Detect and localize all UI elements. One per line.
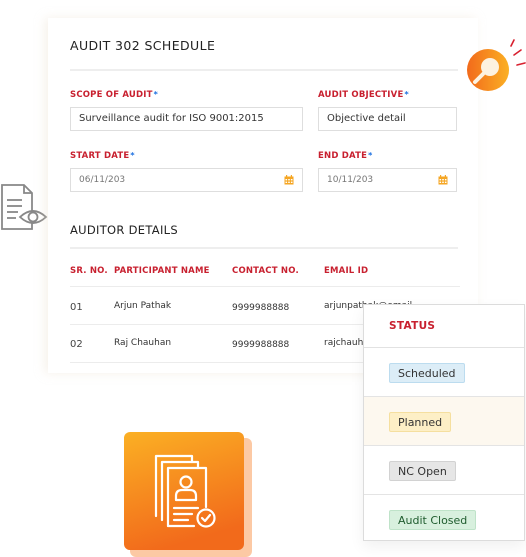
calendar-icon[interactable] xyxy=(284,175,294,185)
search-icon xyxy=(467,39,526,91)
status-panel: STATUS Scheduled Planned NC Open Audit C… xyxy=(363,304,525,541)
status-badge-nc-open: NC Open xyxy=(389,461,456,481)
end-date-input[interactable]: 10/11/203 xyxy=(318,168,457,192)
status-row-audit-closed: Audit Closed xyxy=(364,495,524,544)
end-date-label-text: END DATE xyxy=(318,151,368,161)
required-marker: * xyxy=(130,151,135,160)
participant-name-cell: Arjun Pathak xyxy=(114,301,172,311)
audit-objective-label-text: AUDIT OBJECTIVE xyxy=(318,90,404,100)
column-header-sr-no: SR. NO. xyxy=(70,266,108,276)
status-row-nc-open: NC Open xyxy=(364,446,524,495)
status-badge-scheduled: Scheduled xyxy=(389,363,465,383)
start-date-label-text: START DATE xyxy=(70,151,130,161)
sr-no-cell: 01 xyxy=(70,302,83,313)
required-marker: * xyxy=(404,90,409,99)
status-row-planned: Planned xyxy=(364,397,524,446)
start-date-label: START DATE* xyxy=(70,151,135,161)
scope-of-audit-input[interactable]: Surveillance audit for ISO 9001:2015 xyxy=(70,107,303,131)
required-marker: * xyxy=(368,151,373,160)
column-header-contact-no: CONTACT NO. xyxy=(232,266,299,276)
auditor-details-title: AUDITOR DETAILS xyxy=(70,223,178,237)
page-title: AUDIT 302 SCHEDULE xyxy=(70,38,216,53)
audit-objective-label: AUDIT OBJECTIVE* xyxy=(318,90,409,100)
end-date-value: 10/11/203 xyxy=(327,175,374,185)
scope-of-audit-label-text: SCOPE OF AUDIT xyxy=(70,90,153,100)
status-badge-planned: Planned xyxy=(389,412,452,432)
end-date-label: END DATE* xyxy=(318,151,373,161)
status-header-label: STATUS xyxy=(389,320,436,332)
sr-no-cell: 02 xyxy=(70,339,83,350)
document-view-icon xyxy=(1,184,48,230)
column-header-email-id: EMAIL ID xyxy=(324,266,369,276)
start-date-input[interactable]: 06/11/203 xyxy=(70,168,303,192)
scope-of-audit-label: SCOPE OF AUDIT* xyxy=(70,90,158,100)
required-marker: * xyxy=(153,90,158,99)
participant-name-cell: Raj Chauhan xyxy=(114,338,172,348)
status-row-scheduled: Scheduled xyxy=(364,348,524,397)
table-divider xyxy=(70,286,460,287)
status-header: STATUS xyxy=(364,305,524,348)
status-badge-audit-closed: Audit Closed xyxy=(389,510,477,530)
contact-no-cell: 9999988888 xyxy=(232,303,290,313)
column-header-participant-name: PARTICIPANT NAME xyxy=(114,266,210,276)
divider xyxy=(70,247,458,249)
contact-no-cell: 9999988888 xyxy=(232,340,290,350)
audit-objective-input[interactable]: Objective detail xyxy=(318,107,457,131)
divider xyxy=(70,69,458,71)
profile-documents-icon xyxy=(124,432,252,557)
start-date-value: 06/11/203 xyxy=(79,175,126,185)
calendar-icon[interactable] xyxy=(438,175,448,185)
